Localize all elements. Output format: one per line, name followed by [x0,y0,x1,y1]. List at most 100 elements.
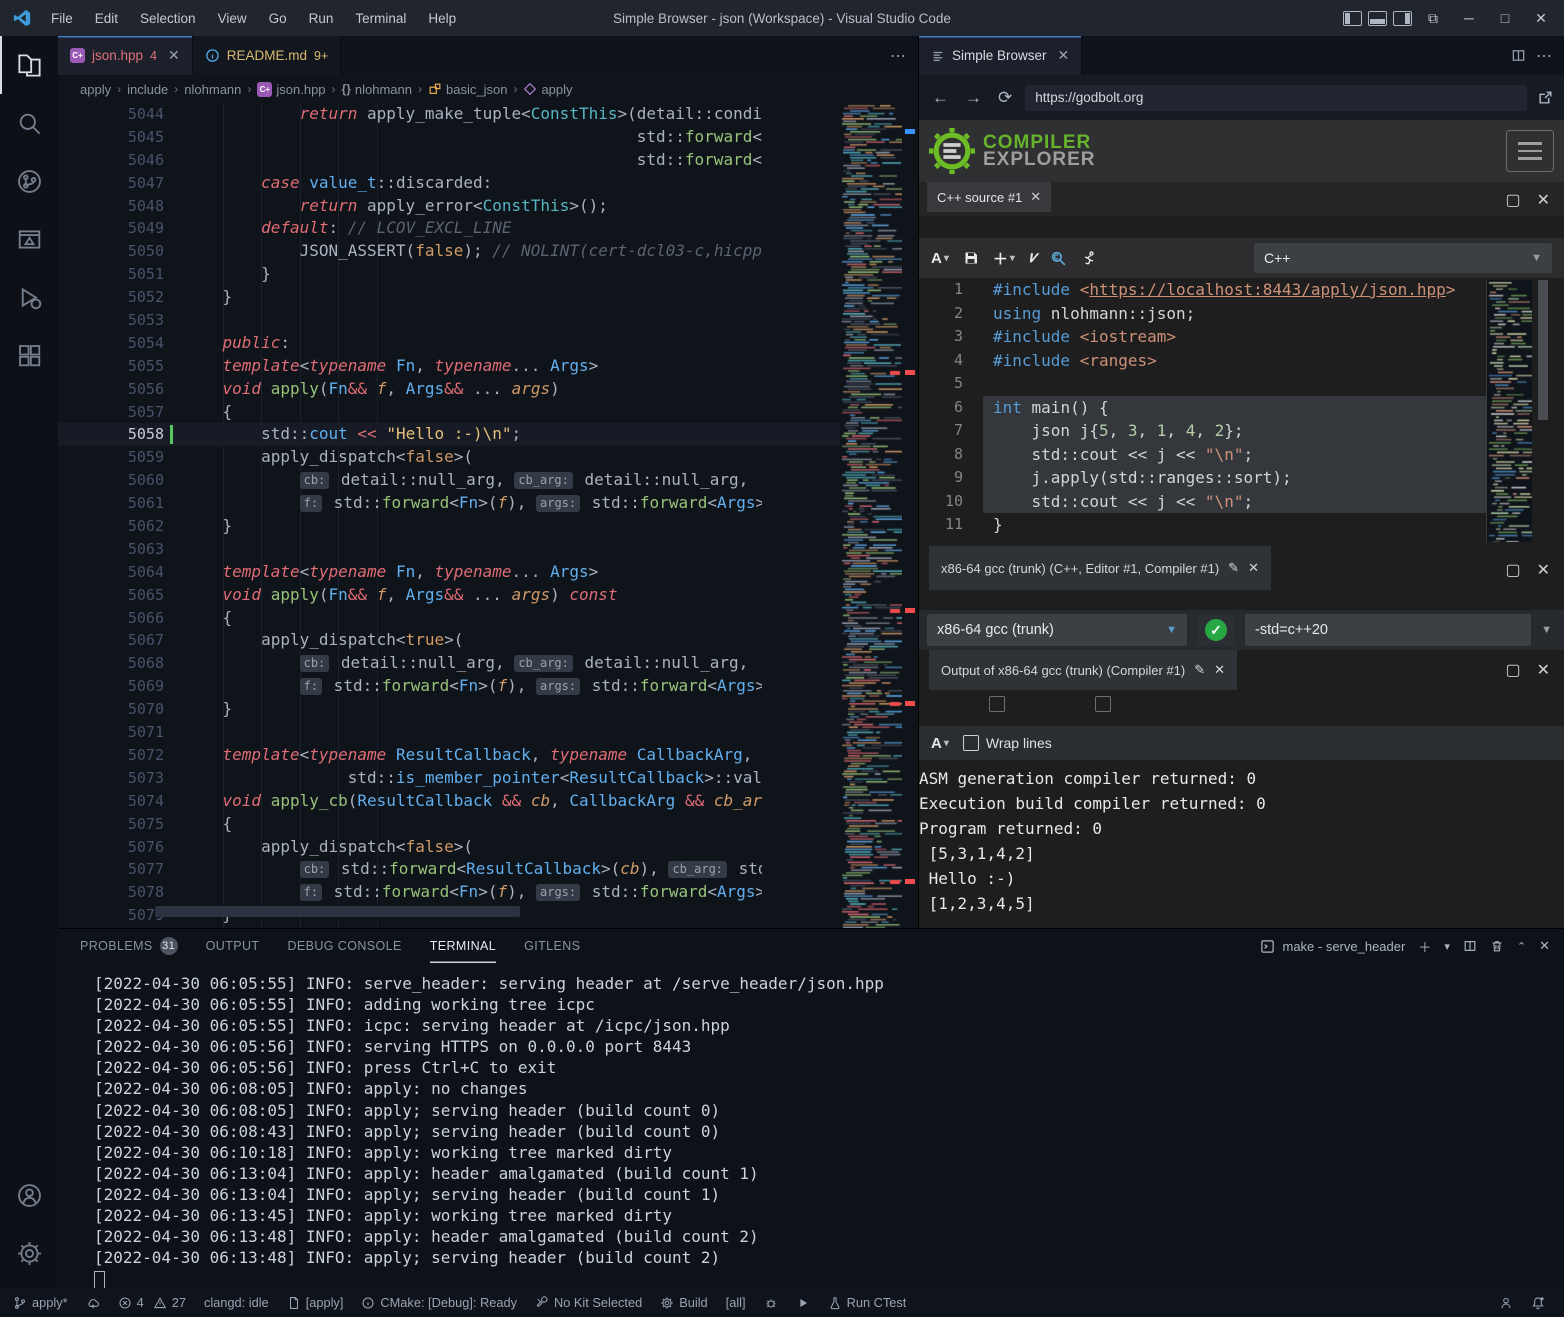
forward-icon[interactable]: → [962,88,985,108]
new-terminal-icon[interactable]: ＋ [1418,937,1431,956]
menu-go[interactable]: Go [260,7,296,30]
back-icon[interactable]: ← [929,88,952,108]
menu-run[interactable]: Run [300,7,343,30]
activity-search-icon[interactable] [0,94,58,152]
panel-tab-debug-console[interactable]: DEBUG CONSOLE [287,929,401,963]
status-cmake-debug[interactable] [755,1292,787,1314]
maximize-button[interactable]: □ [1490,5,1520,31]
ce-code-line-5[interactable]: 5 [919,372,1564,396]
rename-icon[interactable]: ✎ [1194,662,1205,678]
tab-json-hpp[interactable]: C+json.hpp4✕ [58,36,193,75]
code-line-5075[interactable]: 5075 { [58,813,840,836]
code-line-5044[interactable]: 5044 return apply_make_tuple<ConstThis>(… [58,103,840,126]
kill-terminal-icon[interactable] [1490,939,1504,953]
more-actions-icon[interactable]: ⋯ [890,46,906,66]
menu-view[interactable]: View [209,7,256,30]
activity-settings-icon[interactable] [0,1224,58,1282]
rename-icon[interactable]: ✎ [1228,560,1239,576]
code-line-5066[interactable]: 5066 { [58,607,840,630]
code-line-5056[interactable]: 5056 void apply(Fn&& f, Args&& ... args) [58,378,840,401]
language-select[interactable]: C++ ▼ [1254,243,1552,273]
activity-cmake-icon[interactable] [0,210,58,268]
toggle-secondary-sidebar-icon[interactable] [1393,11,1412,26]
code-line-5067[interactable]: 5067 apply_dispatch<true>( [58,629,840,652]
menu-edit[interactable]: Edit [86,7,127,30]
code-editor[interactable]: 5044 return apply_make_tuple<ConstThis>(… [58,103,918,928]
status-publish[interactable] [77,1292,109,1314]
ce-code-line-10[interactable]: 10 std::cout << j << "\n"; [919,490,1564,514]
code-line-5054[interactable]: 5054 public: [58,332,840,355]
reload-icon[interactable]: ⟳ [995,88,1015,108]
wrap-lines-checkbox[interactable]: Wrap lines [963,735,1052,751]
code-line-5068[interactable]: 5068 cb: detail::null_arg, cb_arg: detai… [58,652,840,675]
ce-editor-scrollbar[interactable] [1538,280,1548,420]
code-line-5077[interactable]: 5077 cb: std::forward<ResultCallback>(cb… [58,858,840,881]
status-cmake-build[interactable]: Build [651,1292,716,1314]
vim-toggle-icon[interactable]: 𝑣 [1029,249,1037,267]
close-icon[interactable]: ✕ [1058,47,1070,64]
ce-source-tab[interactable]: C++ source #1 ✕ [927,182,1051,212]
close-pane-icon[interactable]: ✕ [1537,660,1550,680]
split-terminal-icon[interactable] [1463,939,1477,953]
cpp-insights-icon[interactable] [1050,250,1067,267]
breadcrumb-item-nlohmann[interactable]: {}nlohmann [342,82,412,97]
minimize-button[interactable]: ─ [1454,5,1484,31]
close-pane-icon[interactable]: ✕ [1537,190,1550,210]
ce-code-line-4[interactable]: 4#include <ranges> [919,349,1564,373]
status-cmake-run[interactable] [787,1292,819,1314]
terminal-log[interactable]: [2022-04-30 06:05:55] INFO: serve_header… [94,973,1554,1259]
ce-code-line-11[interactable]: 11} [919,513,1564,537]
code-line-5059[interactable]: 5059 apply_dispatch<false>( [58,446,840,469]
activity-explorer-icon[interactable] [0,36,58,94]
code-line-5078[interactable]: 5078 f: std::forward<Fn>(f), args: std::… [58,881,840,904]
code-line-5063[interactable]: 5063 [58,538,840,561]
status-clangd-status[interactable]: clangd: idle [195,1292,278,1314]
maximize-panel-icon[interactable]: ⌃ [1517,940,1526,953]
ce-code-line-6[interactable]: 6int main() { [919,396,1564,420]
add-pane-button[interactable]: ＋▾ [993,248,1015,269]
font-size-button[interactable]: A▾ [931,250,949,267]
status-cmake-status[interactable]: CMake: [Debug]: Ready [352,1292,526,1314]
close-icon[interactable]: ✕ [1030,189,1041,205]
status-cmake-kit[interactable]: No Kit Selected [526,1292,651,1314]
close-pane-icon[interactable]: ✕ [1537,560,1550,580]
menu-terminal[interactable]: Terminal [346,7,415,30]
tab-readme-md[interactable]: README.md9+ [193,36,342,75]
breadcrumb-item-include[interactable]: include [127,82,168,97]
close-window-button[interactable]: ✕ [1526,5,1556,31]
code-line-5051[interactable]: 5051 } [58,263,840,286]
menu-help[interactable]: Help [419,7,465,30]
more-actions-icon[interactable]: ⋯ [1536,46,1552,66]
hamburger-menu-icon[interactable] [1506,130,1554,172]
ce-code-line-9[interactable]: 9 j.apply(std::ranges::sort); [919,466,1564,490]
code-line-5076[interactable]: 5076 apply_dispatch<false>( [58,836,840,859]
panel-tab-problems[interactable]: PROBLEMS31 [80,929,178,963]
code-line-5062[interactable]: 5062 } [58,515,840,538]
tab-simple-browser[interactable]: Simple Browser ✕ [919,36,1082,75]
ce-output-tab[interactable]: Output of x86-64 gcc (trunk) (Compiler #… [929,650,1237,690]
ce-code-line-8[interactable]: 8 std::cout << j << "\n"; [919,443,1564,467]
breadcrumb-item-apply[interactable]: apply [523,82,572,97]
code-line-5072[interactable]: 5072 template<typename ResultCallback, t… [58,744,840,767]
open-external-icon[interactable] [1537,89,1554,106]
code-line-5045[interactable]: 5045 std::forward<Res [58,126,840,149]
close-icon[interactable]: ✕ [168,47,180,64]
ce-source-editor[interactable]: 1#include <https://localhost:8443/apply/… [919,278,1564,546]
activity-account-icon[interactable] [0,1166,58,1224]
breadcrumb-item-json.hpp[interactable]: C+json.hpp [257,82,325,97]
menu-selection[interactable]: Selection [131,7,205,30]
status-cmake-target[interactable]: [all] [717,1292,755,1314]
code-line-5061[interactable]: 5061 f: std::forward<Fn>(f), args: std::… [58,492,840,515]
activity-extensions-icon[interactable] [0,326,58,384]
ce-compiler-tab[interactable]: x86-64 gcc (trunk) (C++, Editor #1, Comp… [929,546,1271,590]
menu-file[interactable]: File [42,7,82,30]
ce-code-line-7[interactable]: 7 json j{5, 3, 1, 4, 2}; [919,419,1564,443]
code-line-5050[interactable]: 5050 JSON_ASSERT(false); // NOLINT(cert-… [58,240,840,263]
status-feedback[interactable] [1490,1292,1522,1314]
save-icon[interactable] [963,250,979,266]
status-cmake-project[interactable]: [apply] [278,1292,353,1314]
options-dropdown-icon[interactable]: ▼ [1541,624,1556,636]
code-line-5053[interactable]: 5053 [58,309,840,332]
code-line-5052[interactable]: 5052 } [58,286,840,309]
status-git-branch[interactable]: apply* [4,1292,77,1314]
